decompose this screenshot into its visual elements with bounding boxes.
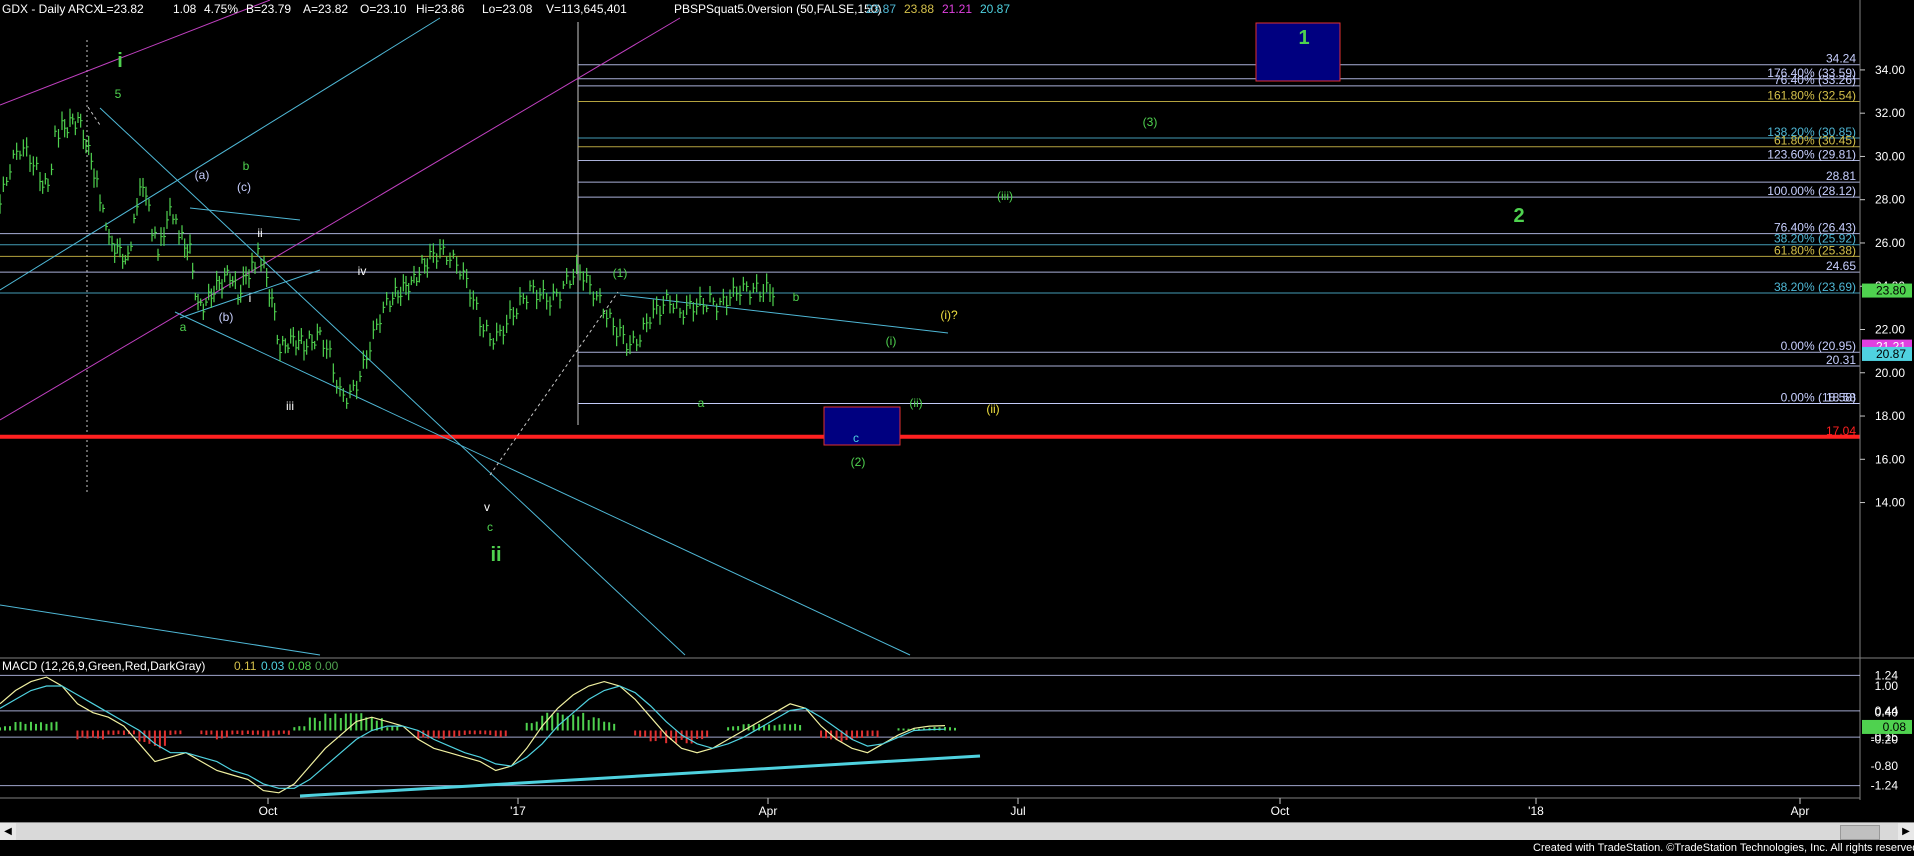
wave-label: v	[484, 500, 490, 514]
x-tick-label: Oct	[259, 804, 278, 818]
fib-level-label: 123.60% (29.81)	[1767, 148, 1856, 162]
wave-label: iv	[358, 264, 367, 278]
wave-label: ii	[257, 226, 262, 240]
macd-value: 0.00	[315, 659, 339, 673]
scroll-left-icon[interactable]: ◀	[0, 823, 16, 840]
wave-label: (ii)	[909, 396, 922, 410]
fib-level-label: 34.24	[1826, 52, 1856, 66]
fib-level-label: 0.00% (20.95)	[1781, 339, 1856, 353]
wave-label: a	[698, 396, 705, 410]
quote-field: V=113,645,401	[546, 2, 627, 16]
wave-label: (ii)	[986, 402, 999, 416]
y-tick-label: 20.00	[1875, 366, 1905, 380]
fib-level-label: 17.04	[1826, 424, 1856, 438]
y-tick-label: 26.00	[1875, 236, 1905, 250]
wave-label: (i)?	[940, 308, 958, 322]
x-tick-label: Jul	[1010, 804, 1025, 818]
wave-label: iii	[286, 399, 294, 413]
fib-level-label: 20.31	[1826, 353, 1856, 367]
wave-label: (3)	[1143, 115, 1158, 129]
symbol-title: GDX - Daily ARCX	[2, 2, 101, 16]
indicator-value: 21.21	[942, 2, 972, 16]
wave-label: i	[249, 291, 252, 305]
fib-level-label: 61.80% (30.45)	[1774, 134, 1856, 148]
wave-label: ii	[490, 544, 501, 566]
fib-level-label: 28.81	[1826, 169, 1856, 183]
y-tick-label: 30.00	[1875, 149, 1905, 163]
y-tick-label: 22.00	[1875, 322, 1905, 336]
x-tick-label: '18	[1528, 804, 1544, 818]
wave-label: a	[180, 320, 187, 334]
wave-label: 2	[1513, 205, 1524, 227]
wave-label: (b)	[219, 310, 234, 324]
y-tick-label: 18.00	[1875, 409, 1905, 423]
wave-label: 5	[115, 87, 122, 101]
wave-label: (a)	[195, 168, 210, 182]
x-tick-label: '17	[510, 804, 526, 818]
indicator-value: 23.87	[866, 2, 896, 16]
copyright-footer: Created with TradeStation. ©TradeStation…	[1533, 842, 1914, 854]
fib-level-label: 38.20% (23.69)	[1774, 280, 1856, 294]
y-tick-label: 34.00	[1875, 63, 1905, 77]
macd-tick-label: -0.80	[1871, 759, 1899, 773]
macd-tag-label: 0.08	[1883, 720, 1907, 734]
quote-field: O=23.10	[360, 2, 407, 16]
price-chart[interactable]: 34.24176.40% (33.59)76.40% (33.26)161.80…	[0, 0, 1914, 822]
target-box-wave-2	[823, 406, 901, 446]
wave-label: c	[853, 431, 859, 445]
macd-value: 0.11	[234, 659, 257, 673]
macd-value: 0.03	[261, 659, 285, 673]
indicator-value: 20.87	[980, 2, 1010, 16]
quote-field: Lo=23.08	[482, 2, 533, 16]
macd-header: MACD (12,26,9,Green,Red,DarkGray) 0.11 0.0…	[2, 659, 339, 673]
tradestation-chart-window: 34.24 176.40% (33.59) 76.40% (33.26) 161.80…	[0, 0, 1914, 856]
y-tick-label: 14.00	[1875, 496, 1905, 510]
macd-value: 0.08	[288, 659, 312, 673]
fib-level-label: 100.00% (28.12)	[1767, 184, 1856, 198]
wave-label: i	[117, 50, 123, 72]
price-tag-label: 20.87	[1876, 347, 1906, 361]
wave-label: (2)	[851, 455, 866, 469]
fib-level-label: 76.40% (33.26)	[1774, 73, 1856, 87]
quote-field: Hi=23.86	[416, 2, 465, 16]
wave-label: b	[793, 290, 800, 304]
macd-tick-label: 0.40	[1875, 706, 1899, 720]
quote-field: 1.08	[173, 2, 197, 16]
price-tag-label: 23.80	[1876, 284, 1906, 298]
wave-label: (1)	[613, 266, 628, 280]
wave-label: b	[243, 159, 250, 173]
wave-label: (iii)	[997, 189, 1013, 203]
quote-field: PBSPSquat5.0version (50,FALSE,150)	[674, 2, 881, 16]
x-tick-label: Oct	[1271, 804, 1290, 818]
macd-tick-label: -0.20	[1871, 732, 1899, 746]
quote-field: B=23.79	[246, 2, 291, 16]
wave-label: (c)	[237, 180, 251, 194]
quote-field: A=23.82	[303, 2, 348, 16]
quote-field: 4.75%	[204, 2, 238, 16]
wave-label: (i)	[886, 334, 897, 348]
fib-level-label: 0.00% (18.58)	[1781, 390, 1856, 404]
scroll-right-icon[interactable]: ▶	[1898, 823, 1914, 840]
indicator-value: 23.88	[904, 2, 934, 16]
macd-tick-label: 1.00	[1875, 679, 1899, 693]
wave-label: 1	[1298, 27, 1309, 49]
x-tick-label: Apr	[1791, 804, 1810, 818]
horizontal-scrollbar[interactable]: ◀ ▶	[0, 822, 1914, 840]
fib-level-label: 24.65	[1826, 259, 1856, 273]
wave-label: c	[487, 520, 493, 534]
y-tick-label: 32.00	[1875, 106, 1905, 120]
y-tick-label: 28.00	[1875, 193, 1905, 207]
fib-level-label: 61.80% (25.38)	[1774, 243, 1856, 257]
quote-field: L=23.82	[100, 2, 144, 16]
fib-level-label: 161.80% (32.54)	[1767, 88, 1856, 102]
scroll-thumb[interactable]	[1840, 825, 1880, 840]
x-tick-label: Apr	[759, 804, 778, 818]
macd-label: MACD (12,26,9,Green,Red,DarkGray)	[2, 659, 205, 673]
y-tick-label: 16.00	[1875, 452, 1905, 466]
macd-tick-label: -1.24	[1871, 779, 1899, 793]
quote-header: L=23.82 1.08 4.75% B=23.79 A=23.82 O=23.10 Hi=…	[100, 2, 1010, 16]
